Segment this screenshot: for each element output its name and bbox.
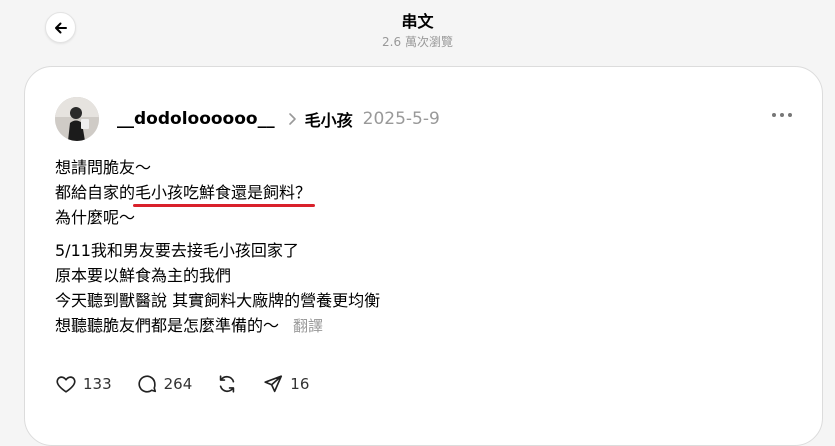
more-dots-icon: [772, 113, 776, 117]
comment-icon: [138, 375, 156, 393]
post-line: 想請問脆友～: [55, 158, 152, 177]
highlighted-question: 毛小孩吃鮮食還是飼料？: [133, 180, 316, 207]
like-count: 133: [83, 375, 112, 393]
post-line-prefix: 都給自家的: [55, 183, 136, 202]
post-line: 原本要以鮮食為主的我們: [55, 266, 232, 285]
action-bar: 133 264 16: [55, 369, 333, 399]
more-dot: [780, 113, 784, 117]
share-count: 16: [290, 375, 310, 393]
translate-link[interactable]: 翻譯: [293, 317, 323, 335]
repost-button[interactable]: [216, 373, 238, 395]
view-count: 2.6 萬次瀏覽: [382, 35, 453, 49]
post-line-text: 想聽聽脆友們都是怎麼準備的～: [55, 316, 280, 335]
like-button[interactable]: 133: [55, 373, 112, 395]
share-icon: [264, 375, 283, 393]
username[interactable]: __dodoloooooo__: [117, 109, 275, 129]
post-line: 5/11我和男友要去接毛小孩回家了: [55, 241, 299, 260]
post-line: 都給自家的毛小孩吃鮮食還是飼料？: [55, 180, 795, 207]
post-body: 想請問脆友～ 都給自家的毛小孩吃鮮食還是飼料？ 為什麼呢～ 5/11我和男友要去…: [55, 155, 795, 339]
comment-button[interactable]: 264: [136, 373, 193, 395]
top-bar: 串文 2.6 萬次瀏覽: [0, 0, 835, 62]
share-button[interactable]: 16: [262, 373, 309, 395]
more-options-button[interactable]: [772, 113, 792, 117]
post-date: 2025-5-9: [362, 109, 440, 129]
post-line: 今天聽到獸醫說 其實飼料大廠牌的營養更均衡: [55, 291, 381, 310]
comment-count: 264: [163, 375, 193, 393]
avatar[interactable]: [55, 97, 99, 141]
post-line: 為什麼呢～: [55, 208, 136, 227]
repost-icon: [220, 375, 235, 393]
more-dot: [788, 113, 792, 117]
post-card: __dodoloooooo__ 毛小孩 2025-5-9 想請問脆友～ 都給自家…: [24, 66, 823, 446]
post-header: __dodoloooooo__ 毛小孩 2025-5-9: [117, 107, 440, 131]
page-title: 串文: [401, 12, 434, 31]
avatar-photo: [55, 97, 99, 141]
heart-icon: [56, 376, 76, 393]
topic-tag[interactable]: 毛小孩: [305, 107, 353, 131]
post-line: 想聽聽脆友們都是怎麼準備的～ 翻譯: [55, 313, 795, 339]
chevron-right-icon: [287, 112, 297, 126]
